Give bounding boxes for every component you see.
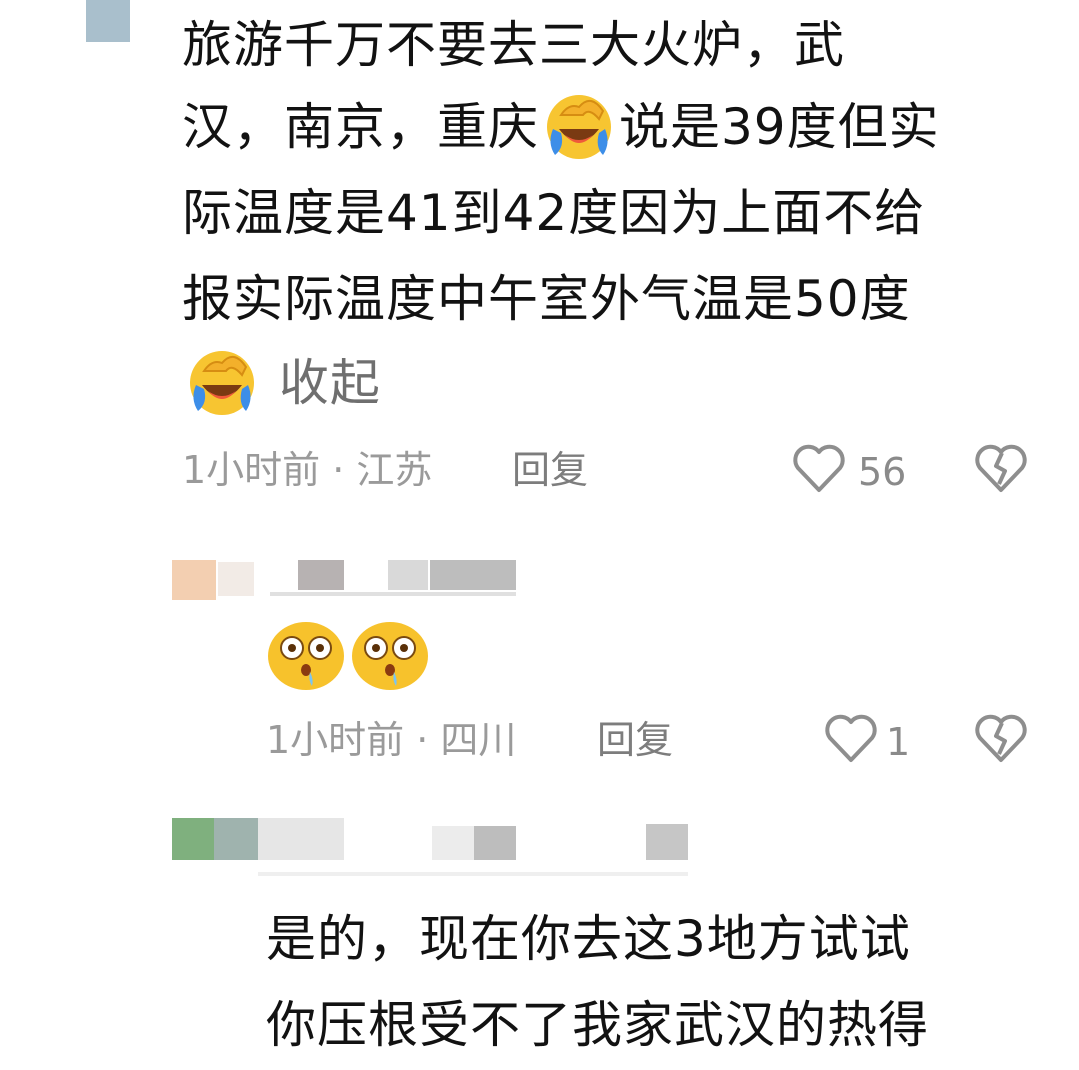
comment-1-line-2-b: 说是39度但实	[619, 98, 940, 156]
heart-outline-icon[interactable]	[792, 444, 846, 494]
reply-button[interactable]: 回复	[512, 448, 588, 492]
broken-heart-icon[interactable]	[974, 444, 1028, 494]
comment-1-line-4: 报实际温度中午室外气温是50度	[182, 270, 911, 328]
avatar-blurred[interactable]	[86, 0, 130, 42]
comment-1-line-1: 旅游千万不要去三大火炉，武	[182, 16, 845, 74]
username-blurred[interactable]	[258, 818, 344, 860]
shocked-drool-emoji-icon	[268, 622, 344, 690]
collapse-link[interactable]: 收起	[279, 354, 381, 412]
comment-3-line-1: 是的，现在你去这3地方试试	[266, 910, 911, 968]
comment-2-meta: 1小时前 · 四川	[266, 718, 517, 762]
like-count: 56	[858, 450, 907, 494]
heart-outline-icon[interactable]	[824, 714, 878, 764]
comment-1-line-3: 际温度是41到42度因为上面不给	[182, 184, 926, 242]
comment-3-line-2: 你压根受不了我家武汉的热得	[266, 996, 929, 1054]
comment-1-line-5: 收起	[182, 340, 381, 427]
comment-1-meta: 1小时前 · 江苏	[182, 448, 433, 492]
avatar-blurred[interactable]	[172, 560, 216, 600]
username-blurred[interactable]	[474, 826, 516, 860]
face-with-tears-of-joy-icon	[190, 350, 254, 415]
username-blurred[interactable]	[646, 824, 688, 860]
username-blurred[interactable]	[430, 560, 516, 590]
reply-button[interactable]: 回复	[597, 718, 673, 762]
avatar-blurred[interactable]	[214, 818, 258, 860]
face-with-tears-of-joy-icon	[547, 94, 611, 159]
broken-heart-icon[interactable]	[974, 714, 1028, 764]
username-underline	[270, 592, 516, 596]
username-underline	[258, 872, 688, 876]
username-blurred[interactable]	[432, 826, 474, 860]
username-blurred[interactable]	[298, 560, 344, 590]
username-blurred[interactable]	[388, 560, 428, 590]
avatar-blurred[interactable]	[172, 818, 214, 860]
comment-1-line-2: 汉，南京，重庆 说是39度但实	[182, 84, 940, 171]
comment-1-line-2-a: 汉，南京，重庆	[182, 98, 539, 156]
shocked-drool-emoji-icon	[352, 622, 428, 690]
like-count: 1	[886, 720, 911, 764]
username-blurred[interactable]	[218, 562, 254, 596]
